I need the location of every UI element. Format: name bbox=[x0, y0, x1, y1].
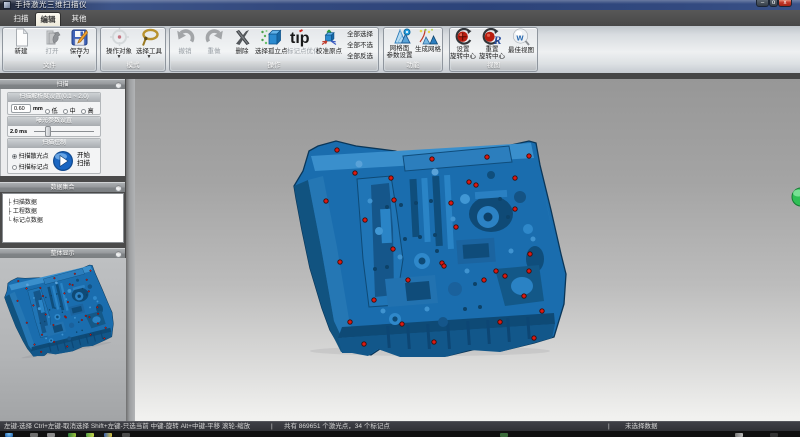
svg-text:w: w bbox=[515, 33, 524, 43]
svg-text:tıp: tıp bbox=[290, 30, 310, 47]
svg-text:R: R bbox=[493, 33, 502, 46]
